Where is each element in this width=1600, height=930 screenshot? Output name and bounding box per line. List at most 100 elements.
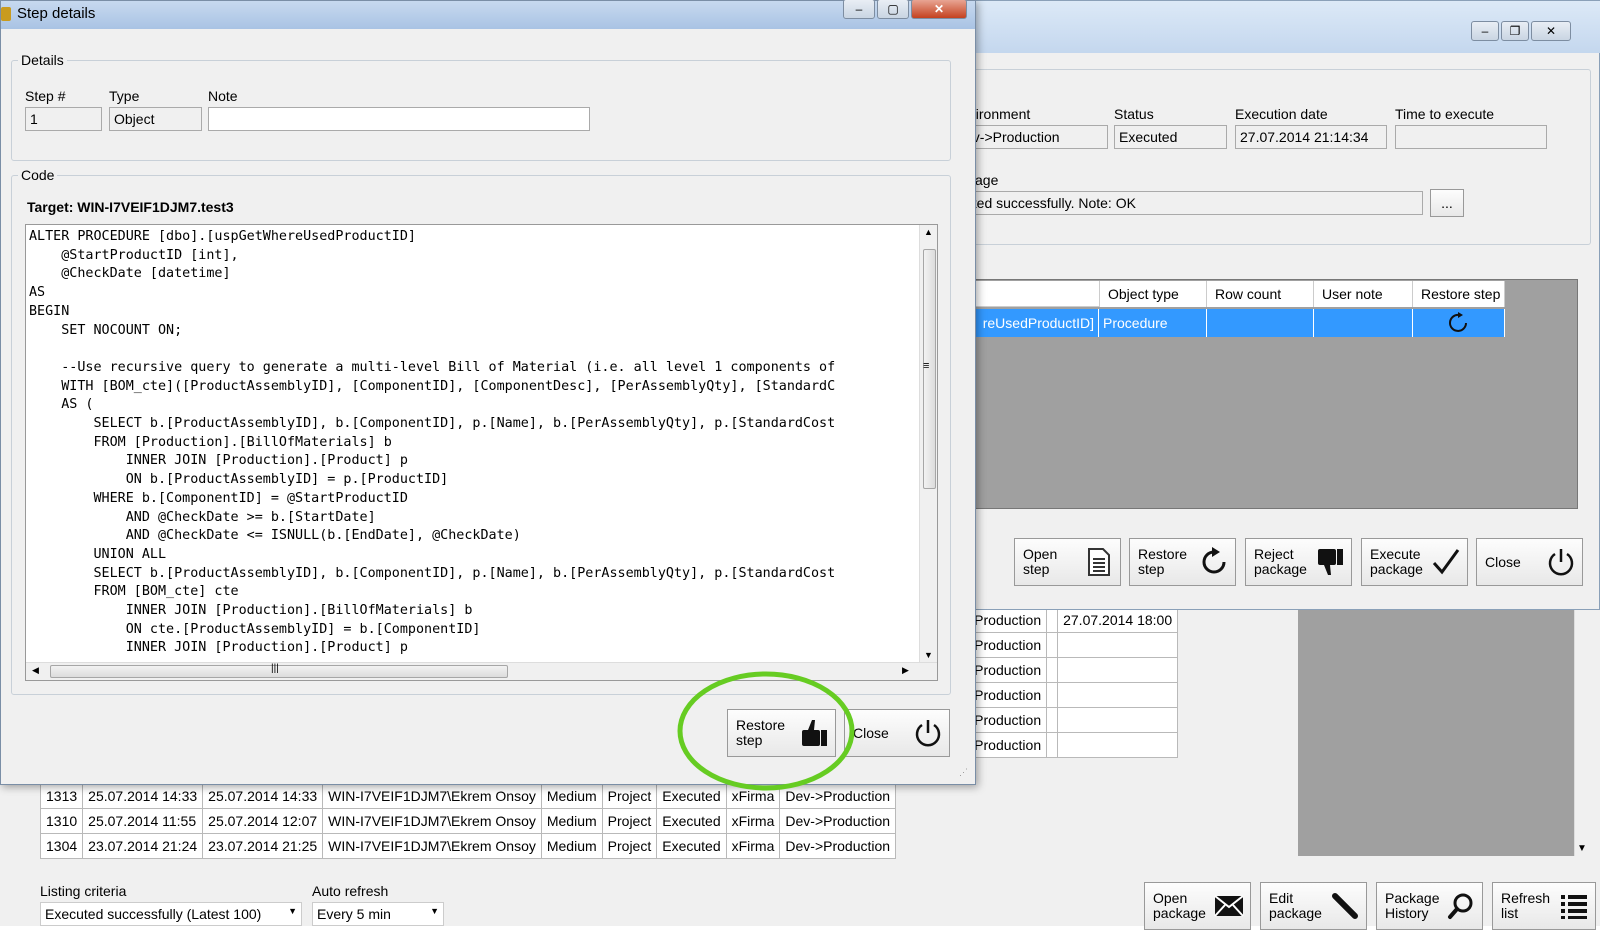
table-cell[interactable]: 25.07.2014 12:07 — [202, 808, 324, 834]
table-cell[interactable]: xFirma — [725, 808, 781, 834]
code-line[interactable]: AS — [29, 284, 919, 303]
table-cell[interactable]: Project — [601, 833, 658, 859]
code-line[interactable]: BEGIN — [29, 303, 919, 322]
col-header-user-note[interactable]: User note — [1314, 281, 1413, 307]
resize-grip-icon[interactable]: ⋰ — [959, 767, 968, 778]
close-icon[interactable]: ✕ — [911, 0, 967, 19]
table-row[interactable]: >Production — [959, 657, 1179, 683]
code-line[interactable]: SET NOCOUNT ON; — [29, 322, 919, 341]
main-grid-scrollbar[interactable]: ▼ — [1574, 600, 1588, 856]
code-line[interactable]: --Use recursive query to generate a mult… — [29, 359, 919, 378]
table-cell[interactable]: 23.07.2014 21:24 — [82, 833, 204, 859]
table-row[interactable]: 1304 23.07.2014 21:24 23.07.2014 21:25 WIN-… — [39, 833, 897, 859]
table-cell[interactable]: 25.07.2014 11:55 — [82, 808, 204, 834]
table-cell[interactable]: Medium — [540, 808, 603, 834]
table-cell[interactable]: Executed — [656, 808, 727, 834]
object-name-cell[interactable]: reUsedProductID] — [961, 309, 1099, 337]
table-cell[interactable]: Medium — [540, 833, 603, 859]
table-cell[interactable]: 1310 — [39, 808, 84, 834]
auto-refresh-select[interactable]: Every 5 min ▼ — [312, 902, 444, 926]
code-line[interactable]: SELECT b.[ProductAssemblyID], b.[Compone… — [29, 565, 919, 584]
table-cell[interactable]: 1313 — [39, 783, 84, 809]
code-line[interactable]: WHERE b.[ComponentID] = @StartProductID — [29, 490, 919, 509]
table-cell[interactable] — [1046, 732, 1059, 758]
table-cell[interactable]: WIN-I7VEIF1DJM7\Ekrem Onsoy — [322, 783, 542, 809]
message-more-button[interactable]: ... — [1430, 189, 1464, 217]
table-row[interactable]: 1310 25.07.2014 11:55 25.07.2014 12:07 WIN-… — [39, 808, 897, 834]
code-line[interactable]: INNER JOIN [Production].[BillOfMaterials… — [29, 602, 919, 621]
table-cell[interactable]: Dev->Production — [779, 808, 897, 834]
table-cell[interactable] — [1046, 607, 1059, 633]
note-input[interactable] — [208, 107, 590, 131]
step-titlebar[interactable]: Step details — [1, 1, 975, 29]
scroll-left-icon[interactable]: ◀ — [32, 665, 39, 676]
table-cell[interactable] — [1057, 632, 1179, 658]
scroll-down-icon[interactable]: ▼ — [924, 650, 933, 660]
code-line[interactable]: SELECT b.[ProductAssemblyID], b.[Compone… — [29, 415, 919, 434]
code-line[interactable]: FROM [Production].[BillOfMaterials] b — [29, 434, 919, 453]
col-header-row-count[interactable]: Row count — [1207, 281, 1314, 307]
scroll-up-icon[interactable]: ▲ — [924, 227, 933, 237]
code-line[interactable]: AND @CheckDate <= ISNULL(b.[EndDate], @C… — [29, 527, 919, 546]
table-cell[interactable]: 23.07.2014 21:25 — [202, 833, 324, 859]
code-line[interactable]: FROM [BOM_cte] cte — [29, 583, 919, 602]
col-header-restore-step[interactable]: Restore step — [1413, 281, 1505, 307]
execute-package-button[interactable]: Execute package — [1361, 538, 1468, 586]
code-line[interactable]: AS ( — [29, 396, 919, 415]
listing-criteria-select[interactable]: Executed successfully (Latest 100) ▼ — [40, 902, 302, 926]
table-cell[interactable] — [1057, 682, 1179, 708]
object-type-cell[interactable]: Procedure — [1099, 309, 1207, 337]
objects-grid-row[interactable]: reUsedProductID] Procedure — [961, 309, 1505, 337]
table-cell[interactable] — [1046, 707, 1059, 733]
table-cell[interactable] — [1046, 657, 1059, 683]
package-close-button[interactable]: Close — [1476, 538, 1583, 586]
minimize-icon[interactable]: – — [1471, 21, 1499, 41]
code-line[interactable]: @CheckDate [datetime] — [29, 265, 919, 284]
refresh-list-button[interactable]: Refresh list — [1492, 882, 1596, 930]
table-cell[interactable]: Project — [601, 783, 658, 809]
restore-step-cell[interactable] — [1413, 309, 1505, 337]
close-icon[interactable]: ✕ — [1531, 21, 1571, 41]
package-history-button[interactable]: Package History — [1376, 882, 1483, 930]
refresh-icon[interactable] — [1447, 312, 1471, 334]
code-line[interactable]: ALTER PROCEDURE [dbo].[uspGetWhereUsedPr… — [29, 228, 919, 247]
table-cell[interactable]: Project — [601, 808, 658, 834]
table-cell[interactable]: 1304 — [39, 833, 84, 859]
code-line[interactable]: AND @CheckDate >= b.[StartDate] — [29, 509, 919, 528]
col-header-object-type[interactable]: Object type — [1099, 281, 1207, 307]
table-row[interactable]: >Production — [959, 732, 1179, 758]
restore-icon[interactable]: ❐ — [1501, 21, 1529, 41]
table-cell[interactable] — [1046, 682, 1059, 708]
code-line[interactable]: INNER JOIN [Production].[Product] p — [29, 639, 919, 658]
table-cell[interactable] — [1046, 632, 1059, 658]
code-line[interactable]: WITH [BOM_cte]([ProductAssemblyID], [Com… — [29, 378, 919, 397]
minimize-icon[interactable]: – — [843, 0, 875, 19]
table-row[interactable]: >Production — [959, 707, 1179, 733]
h-scroll-thumb[interactable] — [50, 665, 508, 678]
open-package-button[interactable]: Open package — [1144, 882, 1251, 930]
edit-package-button[interactable]: Edit package — [1260, 882, 1367, 930]
table-cell[interactable]: 25.07.2014 14:33 — [202, 783, 324, 809]
table-cell[interactable]: 27.07.2014 18:00 — [1057, 607, 1179, 633]
code-vertical-scrollbar[interactable]: ▲ ≡ ▼ — [919, 225, 937, 662]
restore-step-button[interactable]: Restore step — [1129, 538, 1236, 586]
table-cell[interactable]: Dev->Production — [779, 833, 897, 859]
step-close-button[interactable]: Close — [844, 709, 950, 757]
maximize-icon[interactable]: ▢ — [877, 0, 909, 19]
table-cell[interactable]: Executed — [656, 833, 727, 859]
table-cell[interactable] — [1057, 657, 1179, 683]
table-cell[interactable] — [1057, 732, 1179, 758]
table-cell[interactable]: WIN-I7VEIF1DJM7\Ekrem Onsoy — [322, 833, 542, 859]
table-cell[interactable]: xFirma — [725, 833, 781, 859]
code-text[interactable]: ALTER PROCEDURE [dbo].[uspGetWhereUsedPr… — [29, 228, 919, 660]
code-line[interactable] — [29, 340, 919, 359]
code-line[interactable]: ON cte.[ProductAssemblyID] = b.[Componen… — [29, 621, 919, 640]
table-cell[interactable]: 25.07.2014 14:33 — [82, 783, 204, 809]
reject-package-button[interactable]: Reject package — [1245, 538, 1352, 586]
code-editor[interactable]: ALTER PROCEDURE [dbo].[uspGetWhereUsedPr… — [25, 224, 938, 681]
table-row[interactable]: >Production — [959, 632, 1179, 658]
code-line[interactable]: ON b.[ProductAssemblyID] = p.[ProductID] — [29, 471, 919, 490]
code-line[interactable]: INNER JOIN [Production].[Product] p — [29, 452, 919, 471]
scroll-right-icon[interactable]: ▶ — [902, 665, 909, 676]
row-count-cell[interactable] — [1207, 309, 1314, 337]
